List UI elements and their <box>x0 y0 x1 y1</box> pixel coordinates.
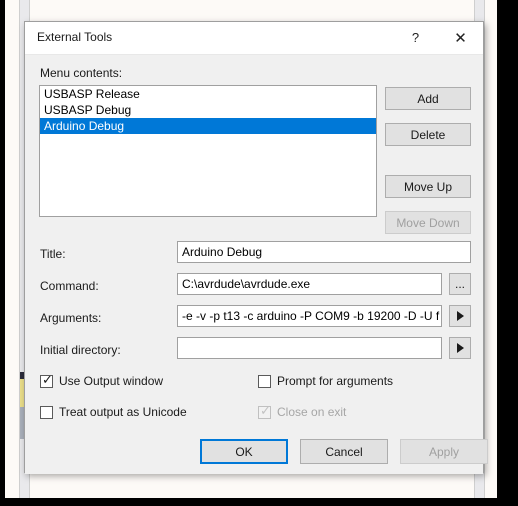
screen: External Tools ? ✕ Menu contents: USBASP… <box>0 0 518 506</box>
menu-contents-listbox[interactable]: USBASP Release USBASP Debug Arduino Debu… <box>39 85 377 217</box>
list-item[interactable]: USBASP Release <box>40 86 376 102</box>
command-label: Command: <box>40 279 99 293</box>
checkbox-box <box>40 405 53 419</box>
ellipsis-icon: ... <box>454 277 465 291</box>
check-icon: ✓ <box>260 402 271 418</box>
dialog-title: External Tools <box>37 30 113 44</box>
dialog-body: Menu contents: USBASP Release USBASP Deb… <box>25 55 488 474</box>
initial-directory-expand-button[interactable] <box>449 337 471 359</box>
treat-output-as-unicode-checkbox[interactable]: Treat output as Unicode <box>40 405 187 419</box>
arguments-input[interactable]: -e -v -p t13 -c arduino -P COM9 -b 19200… <box>177 305 442 327</box>
command-browse-button[interactable]: ... <box>449 273 471 295</box>
checkbox-box <box>258 374 271 388</box>
list-item[interactable]: Arduino Debug <box>40 118 376 134</box>
checkbox-label: Use Output window <box>59 374 164 388</box>
ok-button[interactable]: OK <box>200 439 288 464</box>
move-down-button: Move Down <box>385 211 471 234</box>
triangle-right-icon <box>456 311 464 321</box>
prompt-for-arguments-checkbox[interactable]: Prompt for arguments <box>258 374 393 388</box>
check-icon: ✓ <box>42 371 53 387</box>
close-on-exit-checkbox: ✓ Close on exit <box>258 402 347 419</box>
checkbox-label: Close on exit <box>277 405 347 419</box>
list-item[interactable]: USBASP Debug <box>40 102 376 118</box>
use-output-window-checkbox[interactable]: ✓ Use Output window <box>40 371 164 388</box>
close-icon[interactable]: ✕ <box>438 22 483 53</box>
move-up-button[interactable]: Move Up <box>385 175 471 198</box>
checkbox-label: Prompt for arguments <box>277 374 394 388</box>
triangle-right-icon <box>456 343 464 353</box>
cancel-button[interactable]: Cancel <box>300 439 388 464</box>
delete-button[interactable]: Delete <box>385 123 471 146</box>
add-button[interactable]: Add <box>385 87 471 110</box>
arguments-label: Arguments: <box>40 311 102 325</box>
dialog-titlebar: External Tools ? ✕ <box>25 22 483 55</box>
checkbox-box: ✓ <box>40 371 53 388</box>
checkbox-box: ✓ <box>258 402 271 419</box>
command-input[interactable]: C:\avrdude\avrdude.exe <box>177 273 442 295</box>
arguments-expand-button[interactable] <box>449 305 471 327</box>
external-tools-dialog: External Tools ? ✕ Menu contents: USBASP… <box>24 21 488 474</box>
title-input[interactable]: Arduino Debug <box>177 241 471 263</box>
apply-button: Apply <box>400 439 488 464</box>
menu-contents-label: Menu contents: <box>40 66 123 80</box>
initial-directory-label: Initial directory: <box>40 343 121 357</box>
initial-directory-input[interactable] <box>177 337 442 359</box>
checkbox-label: Treat output as Unicode <box>59 405 187 419</box>
help-icon[interactable]: ? <box>393 22 438 53</box>
title-label: Title: <box>40 247 66 261</box>
